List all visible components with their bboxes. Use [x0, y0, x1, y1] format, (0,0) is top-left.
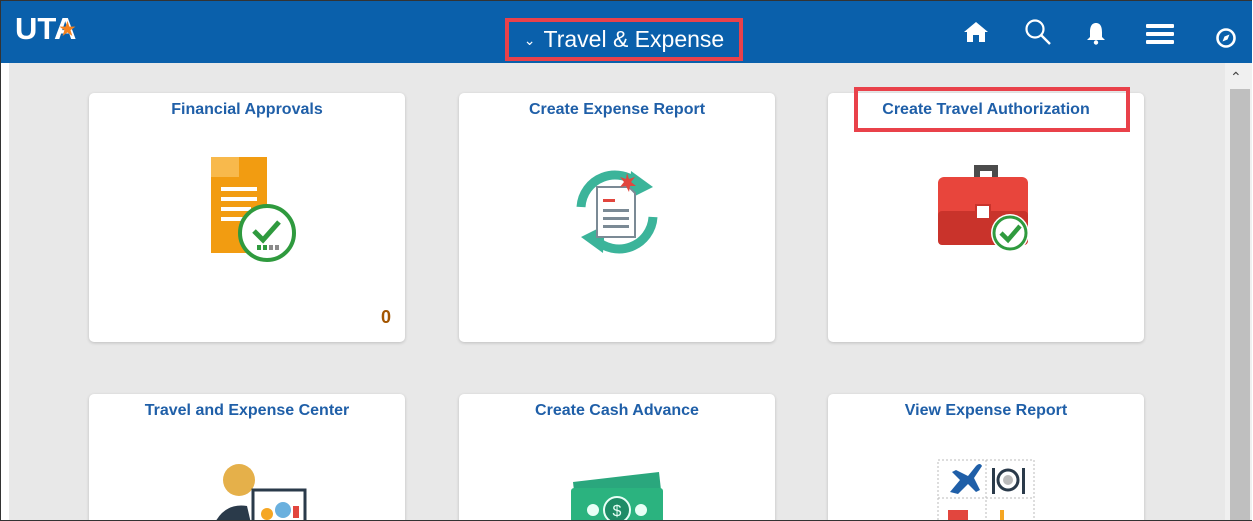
scroll-thumb[interactable]: [1230, 89, 1250, 520]
app-frame: UTA★ ⌄ Travel & Expense ⌃ Financial Appr…: [0, 0, 1252, 521]
briefcase-check-icon: [936, 159, 1036, 258]
scroll-up-icon[interactable]: ⌃: [1230, 69, 1242, 86]
vertical-scrollbar[interactable]: ⌃: [1225, 63, 1252, 520]
chevron-down-icon: ⌄: [523, 32, 536, 48]
search-icon[interactable]: [1024, 18, 1052, 51]
tile-title: View Expense Report: [904, 402, 1068, 419]
navbar-compass-icon[interactable]: [1215, 27, 1237, 54]
notification-bell-icon[interactable]: [1086, 21, 1106, 50]
svg-text:$: $: [613, 503, 622, 520]
tile-view-expense-report[interactable]: View Expense Report: [828, 394, 1144, 520]
home-icon[interactable]: [963, 21, 989, 48]
travel-authorization-highlight: [854, 87, 1130, 132]
uta-logo[interactable]: UTA★: [15, 11, 93, 47]
cash-icon: $: [567, 468, 667, 520]
tile-title: Travel and Expense Center: [144, 402, 350, 419]
tile-title: Create Cash Advance: [535, 402, 699, 419]
top-banner: UTA★ ⌄ Travel & Expense: [1, 1, 1252, 63]
page-title-dropdown[interactable]: ⌄ Travel & Expense: [505, 18, 743, 61]
expense-categories-icon: [936, 458, 1036, 520]
approvals-count: 0: [380, 307, 391, 327]
tile-create-expense-report[interactable]: Create Expense Report: [459, 93, 775, 342]
star-icon: ★: [59, 19, 76, 39]
menu-icon[interactable]: [1146, 23, 1174, 50]
tile-travel-and-expense-center[interactable]: Travel and Expense Center: [89, 394, 405, 520]
page-title: Travel & Expense: [543, 26, 725, 52]
expense-center-icon: [197, 462, 307, 520]
tile-financial-approvals[interactable]: Financial Approvals 0: [89, 93, 405, 342]
tile-title: Create Expense Report: [528, 101, 706, 118]
approval-document-icon: [197, 153, 307, 268]
tile-create-cash-advance[interactable]: Create Cash Advance $: [459, 394, 775, 520]
tile-title: Financial Approvals: [171, 101, 323, 118]
expense-report-refresh-icon: [569, 167, 665, 262]
